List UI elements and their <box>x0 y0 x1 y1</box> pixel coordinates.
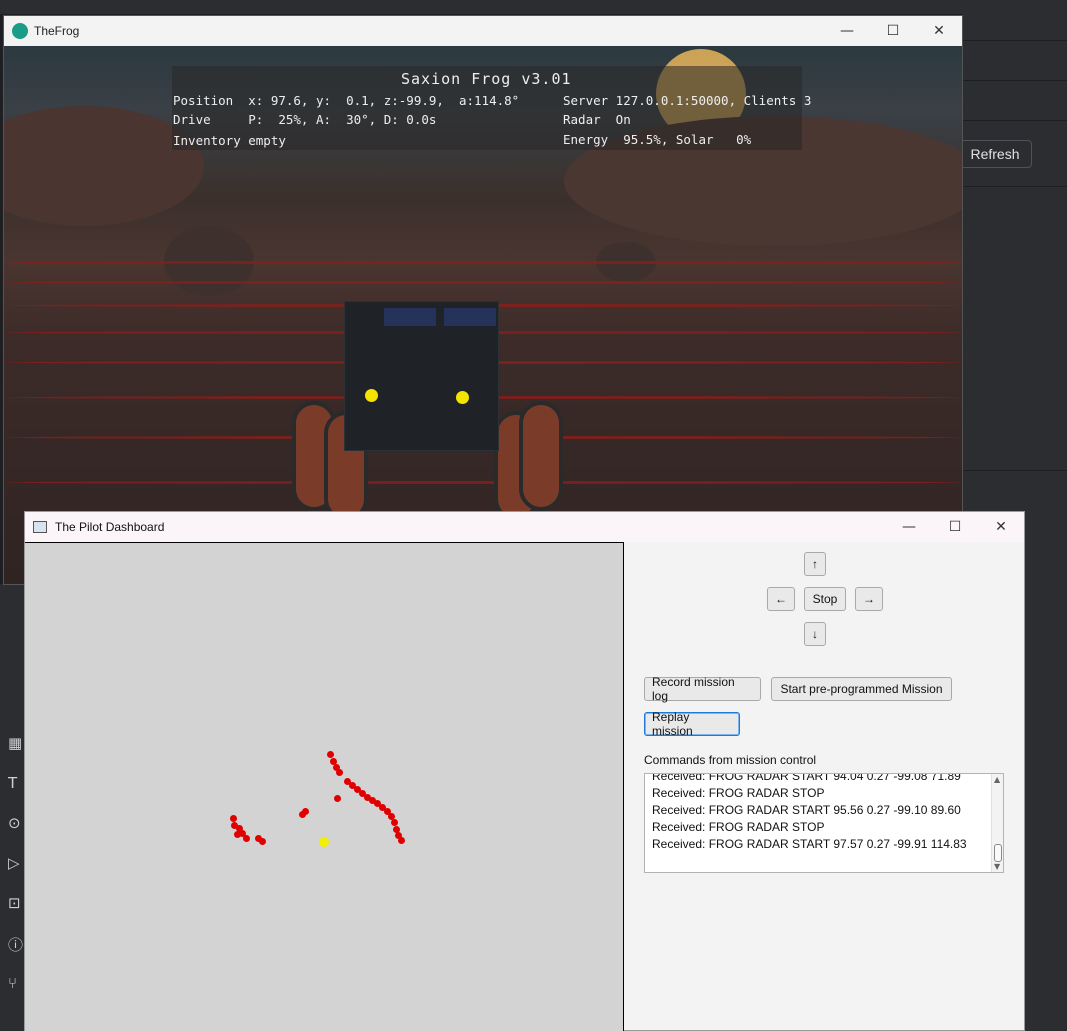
radar-point <box>327 751 334 758</box>
scrollbar-thumb[interactable] <box>994 844 1002 862</box>
frog-titlebar[interactable]: TheFrog — ☐ ✕ <box>4 16 962 46</box>
hud-position: Position x: 97.6, y: 0.1, z:-99.9, a:114… <box>173 93 520 108</box>
ide-divider <box>963 470 1067 471</box>
pilot-titlebar[interactable]: The Pilot Dashboard — ☐ ✕ <box>25 512 1024 542</box>
radar-ring <box>4 261 962 264</box>
radar-point <box>234 831 241 838</box>
log-line: Received: FROG RADAR STOP <box>652 786 825 800</box>
radar-point <box>302 808 309 815</box>
hud-title: Saxion Frog v3.01 <box>401 70 572 88</box>
radar-point <box>230 815 237 822</box>
frog-position-marker <box>319 837 329 847</box>
radar-point <box>336 769 343 776</box>
log-line: Received: FROG RADAR START 97.57 0.27 -9… <box>652 837 967 851</box>
close-icon[interactable]: ✕ <box>978 512 1024 542</box>
frog-window-title: TheFrog <box>34 24 80 38</box>
minimize-icon[interactable]: — <box>886 512 932 542</box>
hud-radar: Radar On <box>563 112 631 127</box>
pilot-window-title: The Pilot Dashboard <box>55 520 165 534</box>
ide-divider <box>963 120 1067 121</box>
refresh-button[interactable]: Refresh <box>958 140 1032 168</box>
log-label: Commands from mission control <box>644 753 817 767</box>
hud-inventory: Inventory empty <box>173 133 286 148</box>
hud-drive: Drive P: 25%, A: 30°, D: 0.0s <box>173 112 437 127</box>
close-icon[interactable]: ✕ <box>916 16 962 46</box>
radar-ring <box>4 281 962 284</box>
radar-map[interactable] <box>25 542 624 1031</box>
ide-divider <box>963 40 1067 41</box>
mission-log-textarea[interactable]: Received: FROG RADAR START 94.04 0.27 -9… <box>644 773 1004 873</box>
ide-left-toolbar: ▦ T ⊙ ▷ ⊡ ⓘ ⑂ <box>0 584 25 1031</box>
radar-ring <box>4 481 962 484</box>
pilot-dashboard-window: The Pilot Dashboard — ☐ ✕ ↑ ← Stop → ↓ R… <box>24 511 1025 1031</box>
game-viewport[interactable]: Saxion Frog v3.01 Position x: 97.6, y: 0… <box>4 46 962 584</box>
ide-top-bar <box>0 0 1067 14</box>
left-button[interactable]: ← <box>767 587 795 611</box>
ide-divider <box>963 186 1067 187</box>
up-button[interactable]: ↑ <box>804 552 826 576</box>
radar-point <box>243 835 250 842</box>
rover-light <box>365 389 378 402</box>
radar-point <box>391 819 398 826</box>
log-line: Received: FROG RADAR START 95.56 0.27 -9… <box>652 803 961 817</box>
maximize-icon[interactable]: ☐ <box>932 512 978 542</box>
log-line: Received: FROG RADAR START 94.04 0.27 -9… <box>652 773 961 783</box>
solar-panel <box>444 308 496 326</box>
right-button[interactable]: → <box>855 587 883 611</box>
radar-point <box>259 838 266 845</box>
start-mission-button[interactable]: Start pre-programmed Mission <box>771 677 952 701</box>
radar-point <box>398 837 405 844</box>
hud-server: Server 127.0.0.1:50000, Clients 3 <box>563 93 812 108</box>
down-button[interactable]: ↓ <box>804 622 826 646</box>
log-line: Received: FROG RADAR STOP <box>652 820 825 834</box>
scroll-down-icon[interactable]: ▼ <box>994 862 1000 871</box>
stop-button[interactable]: Stop <box>804 587 846 611</box>
frog-window: TheFrog — ☐ ✕ Saxion Frog v3.01 Position <box>3 15 963 585</box>
replay-mission-button[interactable]: Replay mission <box>644 710 740 738</box>
radar-point <box>334 795 341 802</box>
scroll-up-icon[interactable]: ▲ <box>994 775 1000 784</box>
record-mission-log-button[interactable]: Record mission log <box>644 675 761 703</box>
rover-wheel <box>519 401 563 511</box>
rover-light <box>456 391 469 404</box>
frog-app-icon <box>12 23 28 39</box>
maximize-icon[interactable]: ☐ <box>870 16 916 46</box>
log-scrollbar[interactable]: ▲ ▼ <box>991 774 1003 872</box>
solar-panel <box>384 308 436 326</box>
minimize-icon[interactable]: — <box>824 16 870 46</box>
ide-divider <box>963 80 1067 81</box>
java-app-icon <box>33 521 47 533</box>
hud-energy: Energy 95.5%, Solar 0% <box>563 132 752 147</box>
